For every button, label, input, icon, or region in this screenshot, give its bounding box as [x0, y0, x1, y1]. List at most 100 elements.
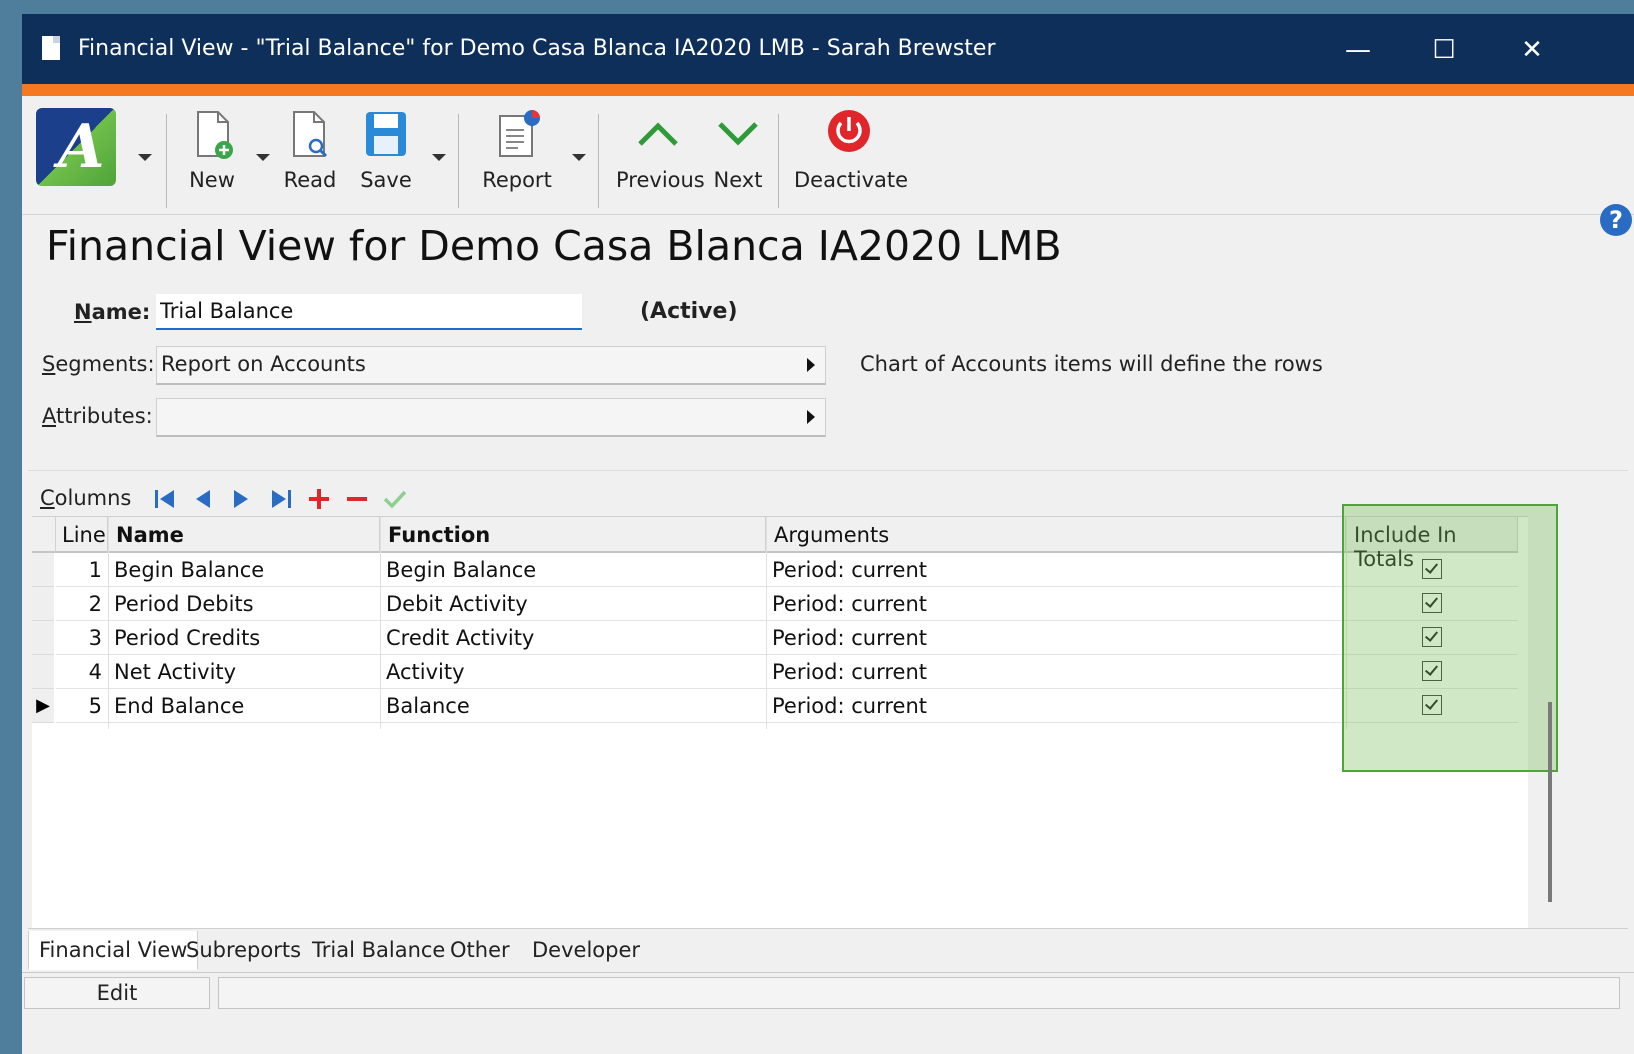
- cell-arguments: Period: current: [772, 592, 927, 616]
- tab-subreports[interactable]: Subreports: [176, 931, 311, 969]
- logo-menu-caret-icon[interactable]: [138, 154, 152, 161]
- cell-arguments: Period: current: [772, 694, 927, 718]
- table-row[interactable]: 3: [56, 621, 108, 655]
- header-arguments-label: Arguments: [774, 523, 890, 547]
- read-button[interactable]: Read: [278, 104, 342, 204]
- deactivate-button[interactable]: Deactivate: [794, 104, 908, 204]
- financial-view-window: Financial View - "Trial Balance" for Dem…: [22, 14, 1634, 1054]
- header-function[interactable]: Function: [380, 517, 766, 553]
- table-row[interactable]: Begin Balance: [380, 553, 766, 587]
- delete-row-icon[interactable]: [344, 486, 370, 512]
- table-row[interactable]: Debit Activity: [380, 587, 766, 621]
- row-selector[interactable]: [32, 587, 54, 621]
- table-row[interactable]: Credit Activity: [380, 621, 766, 655]
- previous-button[interactable]: Previous: [616, 104, 705, 204]
- report-menu-caret-icon[interactable]: [572, 154, 586, 161]
- current-row-indicator-icon[interactable]: ▶: [32, 689, 54, 723]
- segments-selector[interactable]: Report on Accounts: [156, 346, 826, 385]
- tab-developer[interactable]: Developer: [522, 931, 650, 969]
- tab-other[interactable]: Other: [440, 931, 520, 969]
- toolbar-separator: [458, 114, 459, 208]
- confirm-row-icon[interactable]: [382, 486, 408, 512]
- attributes-arrow-icon[interactable]: [807, 410, 815, 424]
- previous-record-icon[interactable]: [190, 486, 216, 512]
- table-row[interactable]: Period: current: [766, 689, 1346, 723]
- toolbar-separator: [598, 114, 599, 208]
- table-row[interactable]: Activity: [380, 655, 766, 689]
- row-selector[interactable]: [32, 655, 54, 689]
- segments-label-hotkey: S: [42, 352, 56, 376]
- name-label-text: ame:: [91, 300, 151, 324]
- add-row-icon[interactable]: [306, 486, 332, 512]
- columns-grid: Line Name Function Arguments Include In …: [32, 516, 1528, 929]
- table-row[interactable]: Period: current: [766, 621, 1346, 655]
- header-line[interactable]: Line: [56, 517, 108, 553]
- save-menu-caret-icon[interactable]: [432, 154, 446, 161]
- chevron-up-icon: [638, 122, 678, 146]
- first-record-icon[interactable]: [152, 486, 178, 512]
- table-row[interactable]: Net Activity: [108, 655, 380, 689]
- table-row[interactable]: Period Credits: [108, 621, 380, 655]
- tab-financial-view[interactable]: Financial View: [28, 931, 199, 970]
- cell-name: Net Activity: [114, 660, 237, 684]
- header-line-label: Line: [62, 523, 106, 547]
- grid-column-separator: [766, 517, 767, 729]
- grid-vertical-scrollbar[interactable]: [1548, 702, 1552, 902]
- help-icon[interactable]: ?: [1600, 204, 1632, 236]
- segments-value: Report on Accounts: [161, 352, 366, 376]
- table-row[interactable]: Balance: [380, 689, 766, 723]
- cell-line: 2: [88, 592, 102, 616]
- include-in-totals-highlight: [1342, 504, 1558, 772]
- tab-trial-balance[interactable]: Trial Balance: [302, 931, 455, 969]
- main-toolbar: A New Read Save Report Previous Next Dea…: [22, 96, 1634, 215]
- grid-column-separator: [380, 517, 381, 729]
- grid-column-separator: [108, 517, 109, 729]
- table-row[interactable]: 2: [56, 587, 108, 621]
- header-function-label: Function: [388, 523, 491, 547]
- table-row[interactable]: End Balance: [108, 689, 380, 723]
- cell-function: Activity: [386, 660, 465, 684]
- last-record-icon[interactable]: [268, 486, 294, 512]
- window-title: Financial View - "Trial Balance" for Dem…: [78, 36, 996, 61]
- table-row[interactable]: 4: [56, 655, 108, 689]
- new-label: New: [189, 168, 235, 192]
- next-button[interactable]: Next: [710, 104, 766, 204]
- cell-line: 5: [88, 694, 102, 718]
- name-input[interactable]: [156, 294, 582, 330]
- columns-label: Columns: [40, 486, 131, 510]
- next-record-icon[interactable]: [228, 486, 254, 512]
- maximize-button[interactable]: ☐: [1414, 28, 1474, 72]
- row-selector[interactable]: [32, 621, 54, 655]
- cell-name: Begin Balance: [114, 558, 265, 582]
- cell-function: Begin Balance: [386, 558, 537, 582]
- close-button[interactable]: ✕: [1502, 28, 1562, 72]
- status-bar: Edit: [22, 972, 1634, 1013]
- name-label: Name:: [74, 300, 150, 324]
- table-row[interactable]: Begin Balance: [108, 553, 380, 587]
- cell-function: Credit Activity: [386, 626, 535, 650]
- table-row[interactable]: 5: [56, 689, 108, 723]
- cell-function: Debit Activity: [386, 592, 528, 616]
- row-selector[interactable]: [32, 553, 54, 587]
- minimize-button[interactable]: —: [1328, 28, 1388, 72]
- toolbar-separator: [166, 114, 167, 208]
- save-button[interactable]: Save: [352, 104, 420, 204]
- cell-arguments: Period: current: [772, 558, 927, 582]
- read-document-icon: [293, 111, 328, 158]
- power-icon: [828, 110, 870, 152]
- table-row[interactable]: 1: [56, 553, 108, 587]
- table-row[interactable]: Period: current: [766, 587, 1346, 621]
- cell-name: Period Credits: [114, 626, 261, 650]
- attributes-selector[interactable]: [156, 398, 826, 437]
- table-row[interactable]: Period Debits: [108, 587, 380, 621]
- table-row[interactable]: Period: current: [766, 655, 1346, 689]
- new-button[interactable]: New: [178, 104, 246, 204]
- app-logo-icon[interactable]: A: [36, 108, 116, 186]
- segments-arrow-icon[interactable]: [807, 358, 815, 372]
- previous-label: Previous: [616, 168, 705, 192]
- header-name[interactable]: Name: [108, 517, 380, 553]
- table-row[interactable]: Period: current: [766, 553, 1346, 587]
- report-button[interactable]: Report: [480, 104, 554, 204]
- header-arguments[interactable]: Arguments: [766, 517, 1346, 553]
- new-menu-caret-icon[interactable]: [256, 154, 270, 161]
